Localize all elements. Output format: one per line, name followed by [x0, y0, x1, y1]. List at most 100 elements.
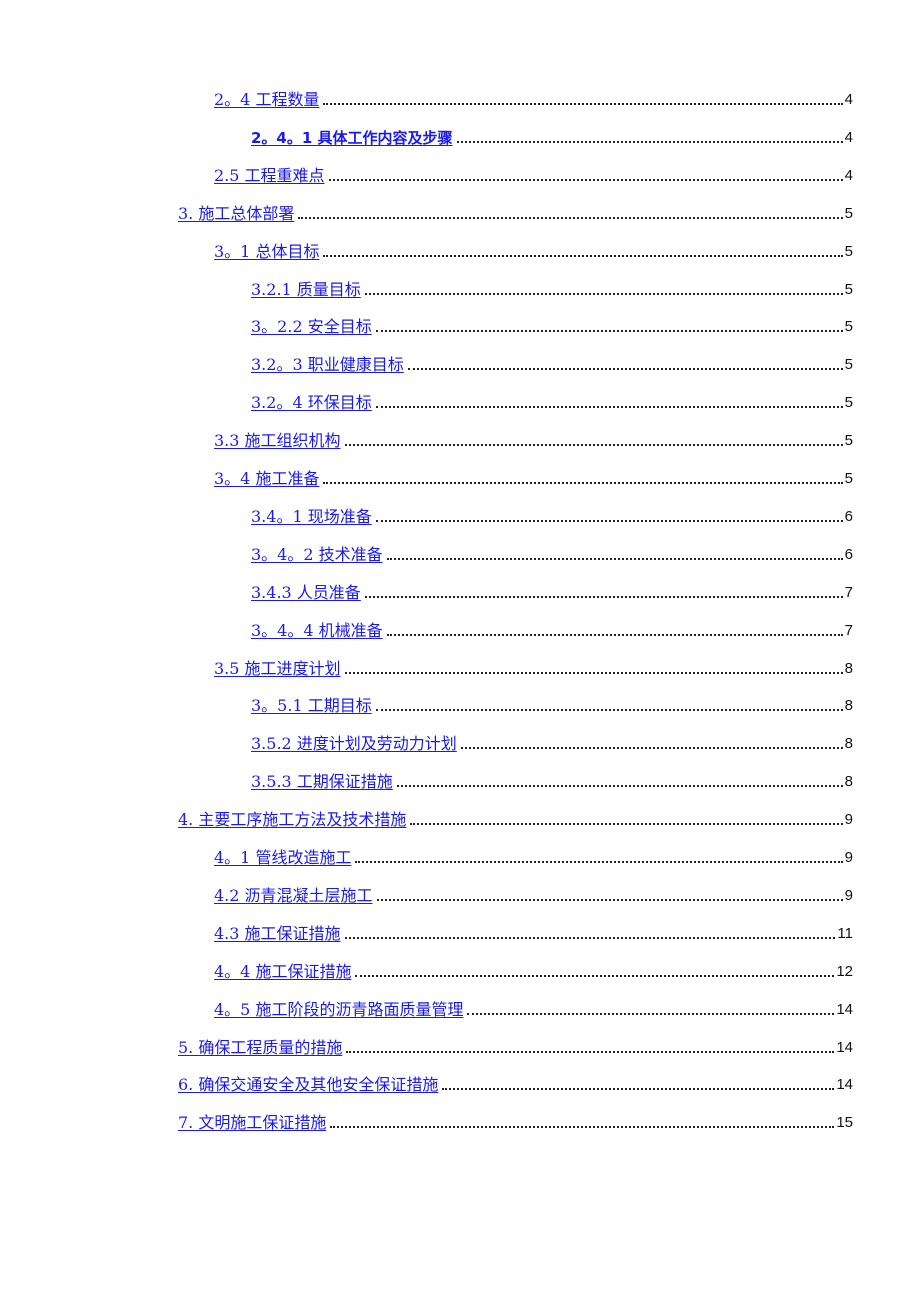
toc-entry[interactable]: 4。1 管线改造施工 9 — [214, 844, 853, 868]
toc-entry-title-link[interactable]: 3. 施工总体部署 — [178, 204, 294, 224]
toc-entry[interactable]: 3。4 施工准备 5 — [214, 465, 853, 489]
toc-entry-title-link[interactable]: 4。5 施工阶段的沥青路面质量管理 — [214, 1000, 463, 1020]
toc-entry[interactable]: 3。2.2 安全目标 5 — [251, 313, 853, 337]
toc-entry-title-link[interactable]: 3.2。3 职业健康目标 — [251, 355, 404, 375]
toc-entry[interactable]: 3.2。3 职业健康目标 5 — [251, 351, 853, 375]
toc-entry-page-number: 12 — [836, 963, 853, 980]
toc-entry[interactable]: 3。4。2 技术准备 6 — [251, 541, 853, 565]
toc-entry[interactable]: 3。1 总体目标 5 — [214, 238, 853, 262]
toc-entry[interactable]: 3.5.2 进度计划及劳动力计划 8 — [251, 730, 853, 754]
toc-entry-title-link[interactable]: 2。4 工程数量 — [214, 90, 319, 110]
toc-entry-title-link[interactable]: 3.5.2 进度计划及劳动力计划 — [251, 734, 457, 754]
toc-entry[interactable]: 3. 施工总体部署 5 — [178, 200, 853, 224]
toc-entry[interactable]: 3。5.1 工期目标 8 — [251, 692, 853, 716]
toc-entry-page-number: 11 — [837, 925, 853, 942]
toc-entry-page-number: 9 — [844, 887, 853, 904]
toc-entry-title-link[interactable]: 3。4。2 技术准备 — [251, 545, 383, 565]
toc-entry-page-number: 8 — [844, 660, 853, 677]
toc-entry[interactable]: 3.4.3 人员准备 7 — [251, 579, 853, 603]
toc-entry[interactable]: 5. 确保工程质量的措施 14 — [178, 1034, 853, 1058]
toc-entry-page-number: 5 — [844, 243, 853, 260]
toc-entry-page-number: 5 — [844, 394, 853, 411]
toc-entry-page-number: 4 — [844, 129, 853, 146]
dot-leader — [376, 899, 843, 901]
toc-entry-page-number: 7 — [844, 622, 853, 639]
toc-entry[interactable]: 4。4 施工保证措施 12 — [214, 958, 853, 982]
toc-entry[interactable]: 3.4。1 现场准备 6 — [251, 503, 853, 527]
toc-entry[interactable]: 4.3 施工保证措施 11 — [214, 920, 853, 944]
toc-entry-title-link[interactable]: 5. 确保工程质量的措施 — [178, 1038, 342, 1058]
dot-leader — [330, 1126, 835, 1128]
dot-leader — [386, 558, 843, 560]
toc-entry-page-number: 5 — [844, 318, 853, 335]
toc-entry-title-link[interactable]: 3.2。4 环保目标 — [251, 393, 372, 413]
toc-entry[interactable]: 3.5 施工进度计划 8 — [214, 655, 853, 679]
toc-entry[interactable]: 7. 文明施工保证措施 15 — [178, 1109, 853, 1133]
toc-entry-page-number: 5 — [844, 205, 853, 222]
toc-entry[interactable]: 4.2 沥青混凝土层施工 9 — [214, 882, 853, 906]
toc-entry-title-link[interactable]: 2。4。1 具体工作内容及步骤 — [251, 128, 453, 148]
toc-entry[interactable]: 2。4 工程数量 4 — [214, 86, 853, 110]
dot-leader — [323, 482, 843, 484]
toc-entry[interactable]: 3.2.1 质量目标 5 — [251, 276, 853, 300]
toc-entry-page-number: 5 — [844, 432, 853, 449]
toc-entry-page-number: 14 — [836, 1076, 853, 1093]
dot-leader — [442, 1088, 835, 1090]
toc-entry-page-number: 8 — [844, 773, 853, 790]
dot-leader — [323, 255, 843, 257]
toc-entry-title-link[interactable]: 6. 确保交通安全及其他安全保证措施 — [178, 1075, 438, 1095]
toc-entry[interactable]: 2。4。1 具体工作内容及步骤 4 — [251, 124, 853, 148]
dot-leader — [344, 937, 836, 939]
toc-entry[interactable]: 6. 确保交通安全及其他安全保证措施 14 — [178, 1071, 853, 1095]
toc-entry-title-link[interactable]: 4。1 管线改造施工 — [214, 848, 351, 868]
dot-leader — [328, 179, 843, 181]
toc-entry-page-number: 15 — [836, 1114, 853, 1131]
toc-entry-page-number: 14 — [836, 1001, 853, 1018]
dot-leader — [460, 747, 843, 749]
toc-entry-title-link[interactable]: 3。4。4 机械准备 — [251, 621, 383, 641]
toc-entry-title-link[interactable]: 4. 主要工序施工方法及技术措施 — [178, 810, 406, 830]
dot-leader — [467, 1013, 835, 1015]
toc-entry[interactable]: 3.3 施工组织机构 5 — [214, 427, 853, 451]
toc-entry-title-link[interactable]: 3。5.1 工期目标 — [251, 696, 372, 716]
dot-leader — [396, 785, 843, 787]
dot-leader — [386, 634, 843, 636]
toc-entry-page-number: 4 — [844, 91, 853, 108]
toc-entry-title-link[interactable]: 3。4 施工准备 — [214, 469, 319, 489]
toc-entry-title-link[interactable]: 3.5.3 工期保证措施 — [251, 772, 393, 792]
toc-entry[interactable]: 3。4。4 机械准备 7 — [251, 617, 853, 641]
toc-entry-page-number: 8 — [844, 735, 853, 752]
toc-entry-page-number: 4 — [844, 167, 853, 184]
toc-entry[interactable]: 3.5.3 工期保证措施 8 — [251, 768, 853, 792]
toc-entry-title-link[interactable]: 4.3 施工保证措施 — [214, 924, 341, 944]
toc-entry[interactable]: 2.5 工程重难点 4 — [214, 162, 853, 186]
toc-entry-page-number: 8 — [844, 697, 853, 714]
toc-entry[interactable]: 3.2。4 环保目标 5 — [251, 389, 853, 413]
toc-entry-title-link[interactable]: 2.5 工程重难点 — [214, 166, 325, 186]
toc-entry-page-number: 6 — [844, 508, 853, 525]
toc-entry-title-link[interactable]: 3.4.3 人员准备 — [251, 583, 361, 603]
toc-entry[interactable]: 4。5 施工阶段的沥青路面质量管理 14 — [214, 996, 853, 1020]
toc-entry-title-link[interactable]: 4。4 施工保证措施 — [214, 962, 351, 982]
toc-entry-page-number: 6 — [844, 546, 853, 563]
toc-entry-title-link[interactable]: 3.4。1 现场准备 — [251, 507, 372, 527]
toc-entry-page-number: 5 — [844, 470, 853, 487]
dot-leader — [364, 293, 843, 295]
toc-entry[interactable]: 4. 主要工序施工方法及技术措施 9 — [178, 806, 853, 830]
toc-entry-title-link[interactable]: 3。2.2 安全目标 — [251, 317, 372, 337]
toc-entry-title-link[interactable]: 7. 文明施工保证措施 — [178, 1113, 326, 1133]
dot-leader — [355, 975, 835, 977]
dot-leader — [375, 520, 843, 522]
toc-entry-title-link[interactable]: 3.5 施工进度计划 — [214, 659, 341, 679]
toc-entry-title-link[interactable]: 3。1 总体目标 — [214, 242, 319, 262]
toc-entry-page-number: 9 — [844, 811, 853, 828]
toc-entry-title-link[interactable]: 4.2 沥青混凝土层施工 — [214, 886, 373, 906]
dot-leader — [344, 672, 843, 674]
dot-leader — [375, 330, 843, 332]
toc-entry-title-link[interactable]: 3.2.1 质量目标 — [251, 280, 361, 300]
toc-entry-title-link[interactable]: 3.3 施工组织机构 — [214, 431, 341, 451]
toc-entry-page-number: 9 — [844, 849, 853, 866]
dot-leader — [355, 861, 843, 863]
dot-leader — [344, 444, 843, 446]
dot-leader — [346, 1051, 835, 1053]
